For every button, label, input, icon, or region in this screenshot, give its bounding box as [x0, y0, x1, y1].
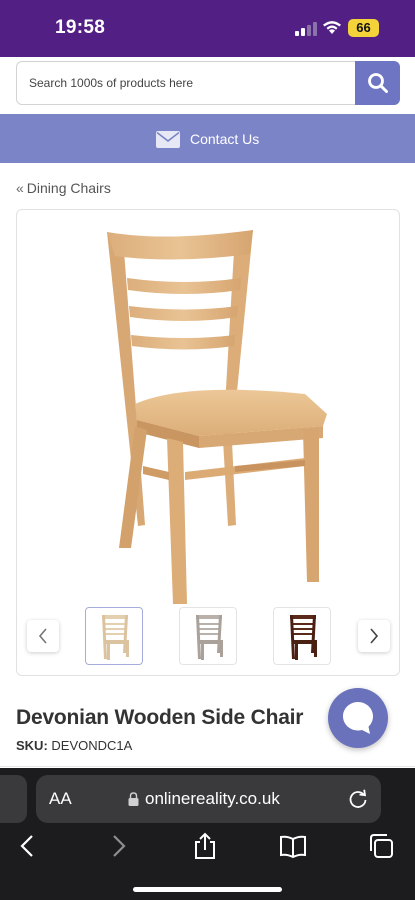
- forward-button[interactable]: [104, 832, 132, 860]
- reader-settings-button[interactable]: AA: [49, 789, 72, 809]
- tabs-icon: [370, 834, 393, 858]
- mail-icon: [156, 130, 180, 148]
- contact-us-label: Contact Us: [190, 131, 260, 147]
- tabs-button[interactable]: [367, 832, 395, 860]
- search-bar: [16, 61, 400, 105]
- home-indicator: [133, 887, 282, 892]
- product-sku: SKU: DEVONDC1A: [16, 738, 132, 753]
- lock-icon: [128, 792, 139, 806]
- page: 19:58 66 Contact: [0, 0, 415, 900]
- search-input[interactable]: [16, 61, 356, 105]
- previous-tab-preview[interactable]: [0, 775, 27, 823]
- breadcrumb-arrow: «: [16, 180, 24, 196]
- address-bar[interactable]: AA onlinereality.co.uk: [36, 775, 381, 823]
- bookmarks-icon: [280, 835, 306, 859]
- gallery-prev-button[interactable]: [27, 620, 59, 652]
- gallery-thumbnail-natural[interactable]: [85, 607, 143, 665]
- share-icon: [195, 832, 215, 859]
- divider: [0, 766, 415, 767]
- search-button[interactable]: [355, 61, 400, 105]
- breadcrumb[interactable]: «Dining Chairs: [16, 180, 111, 196]
- product-main-image[interactable]: [105, 220, 331, 608]
- wifi-icon: [323, 21, 341, 34]
- status-time: 19:58: [55, 17, 106, 38]
- live-chat-button[interactable]: [328, 688, 388, 748]
- cellular-signal-icon: [295, 22, 317, 36]
- chat-icon: [343, 702, 373, 734]
- product-gallery: [16, 209, 400, 676]
- forward-icon: [113, 835, 126, 857]
- battery-indicator: 66: [348, 19, 379, 37]
- share-button[interactable]: [191, 832, 219, 860]
- chevron-right-icon: [370, 628, 379, 644]
- breadcrumb-link-dining-chairs[interactable]: Dining Chairs: [27, 180, 111, 196]
- thumbnail-chair-image: [196, 615, 223, 660]
- reload-icon[interactable]: [347, 788, 369, 810]
- sku-value: DEVONDC1A: [51, 738, 133, 753]
- contact-us-link[interactable]: Contact Us: [156, 129, 259, 149]
- back-icon: [20, 835, 33, 857]
- chevron-left-icon: [38, 628, 47, 644]
- contact-us-bar[interactable]: Contact Us: [0, 114, 415, 163]
- gallery-next-button[interactable]: [358, 620, 390, 652]
- url-domain[interactable]: onlinereality.co.uk: [145, 789, 280, 809]
- status-bar: 19:58 66: [0, 0, 415, 57]
- bookmarks-button[interactable]: [279, 832, 307, 860]
- sku-label: SKU:: [16, 738, 48, 753]
- thumbnail-chair-image: [290, 615, 317, 660]
- gallery-thumbnail-walnut[interactable]: [273, 607, 331, 665]
- thumbnail-chair-image: [102, 615, 129, 660]
- gallery-thumbnail-grey[interactable]: [179, 607, 237, 665]
- product-title: Devonian Wooden Side Chair: [16, 706, 304, 729]
- back-button[interactable]: [14, 832, 42, 860]
- search-icon: [368, 73, 388, 93]
